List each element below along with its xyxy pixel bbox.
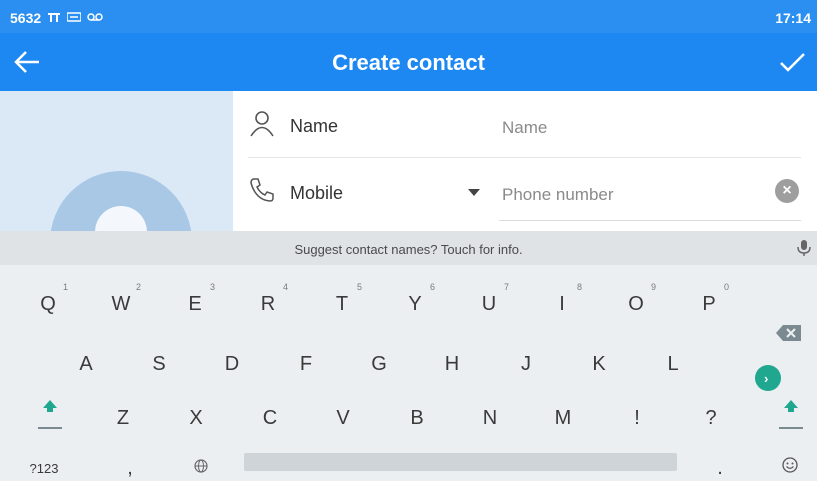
suggestion-strip[interactable]: Suggest contact names? Touch for info. bbox=[0, 231, 817, 265]
key-c[interactable]: C bbox=[240, 393, 300, 441]
key-p[interactable]: 0P bbox=[679, 279, 739, 327]
key-u[interactable]: 7U bbox=[459, 279, 519, 327]
key-r[interactable]: 4R bbox=[238, 279, 298, 327]
shift-indicator bbox=[38, 427, 62, 429]
key-t[interactable]: 5T bbox=[312, 279, 372, 327]
phone-row: Mobile Phone number × bbox=[248, 158, 801, 225]
key-comma[interactable]: , bbox=[100, 443, 160, 481]
key-z[interactable]: Z bbox=[93, 393, 153, 441]
key-period[interactable]: . bbox=[690, 443, 750, 481]
shift-right-indicator bbox=[779, 427, 803, 429]
name-label: Name bbox=[290, 116, 339, 136]
phone-number-field[interactable]: Phone number bbox=[502, 185, 614, 205]
shift-icon[interactable] bbox=[35, 391, 65, 421]
check-icon[interactable] bbox=[777, 47, 807, 77]
backspace-icon[interactable] bbox=[774, 323, 804, 343]
key-n[interactable]: N bbox=[460, 393, 520, 441]
key-exclamation[interactable]: ! bbox=[607, 393, 667, 441]
key-h[interactable]: H bbox=[422, 339, 482, 387]
message-icon bbox=[66, 11, 82, 25]
key-g[interactable]: G bbox=[349, 339, 409, 387]
phone-type-label[interactable]: Mobile bbox=[290, 183, 343, 204]
phone-icon bbox=[248, 176, 276, 204]
key-e[interactable]: 3E bbox=[165, 279, 225, 327]
globe-icon[interactable] bbox=[171, 443, 231, 481]
status-bar-left: 5632 bbox=[10, 10, 103, 26]
key-m[interactable]: M bbox=[533, 393, 593, 441]
key-a[interactable]: A bbox=[56, 339, 116, 387]
space-bar[interactable] bbox=[244, 453, 677, 471]
name-field[interactable]: Name bbox=[502, 118, 547, 138]
key-q[interactable]: 1Q bbox=[18, 279, 78, 327]
key-x[interactable]: X bbox=[166, 393, 226, 441]
person-icon bbox=[248, 109, 276, 137]
key-w[interactable]: 2W bbox=[91, 279, 151, 327]
enter-key[interactable]: › bbox=[755, 365, 781, 391]
usb-icon bbox=[47, 11, 61, 26]
key-f[interactable]: F bbox=[276, 339, 336, 387]
key-y[interactable]: 6Y bbox=[385, 279, 445, 327]
phone-field-underline bbox=[499, 220, 801, 221]
key-k[interactable]: K bbox=[569, 339, 629, 387]
contact-photo[interactable] bbox=[0, 91, 233, 231]
page-title: Create contact bbox=[332, 50, 485, 75]
key-j[interactable]: J bbox=[496, 339, 556, 387]
microphone-icon[interactable] bbox=[797, 239, 811, 257]
key-i[interactable]: 8I bbox=[532, 279, 592, 327]
symbols-key[interactable]: ?123 bbox=[14, 443, 74, 481]
shift-right-icon[interactable] bbox=[776, 391, 806, 421]
key-v[interactable]: V bbox=[313, 393, 373, 441]
app-bar: Create contact bbox=[0, 33, 817, 91]
key-d[interactable]: D bbox=[202, 339, 262, 387]
name-row: Name Name bbox=[248, 91, 801, 158]
soft-keyboard: Suggest contact names? Touch for info. 1… bbox=[0, 231, 817, 481]
emoji-icon[interactable] bbox=[760, 443, 817, 481]
key-b[interactable]: B bbox=[387, 393, 447, 441]
voicemail-icon bbox=[87, 11, 103, 25]
key-s[interactable]: S bbox=[129, 339, 189, 387]
chevron-right-icon: › bbox=[764, 371, 769, 386]
suggestion-text[interactable]: Suggest contact names? Touch for info. bbox=[0, 242, 817, 257]
status-time: 17:14 bbox=[775, 10, 811, 26]
key-o[interactable]: 9O bbox=[606, 279, 666, 327]
status-text: 5632 bbox=[10, 10, 42, 26]
clear-icon[interactable]: × bbox=[775, 179, 799, 203]
key-question[interactable]: ? bbox=[681, 393, 741, 441]
contact-form: Name Name Mobile Phone number × bbox=[233, 91, 817, 231]
chevron-down-icon[interactable] bbox=[468, 189, 480, 196]
key-l[interactable]: L bbox=[643, 339, 703, 387]
status-bar: 5632 17:14 bbox=[0, 0, 817, 33]
